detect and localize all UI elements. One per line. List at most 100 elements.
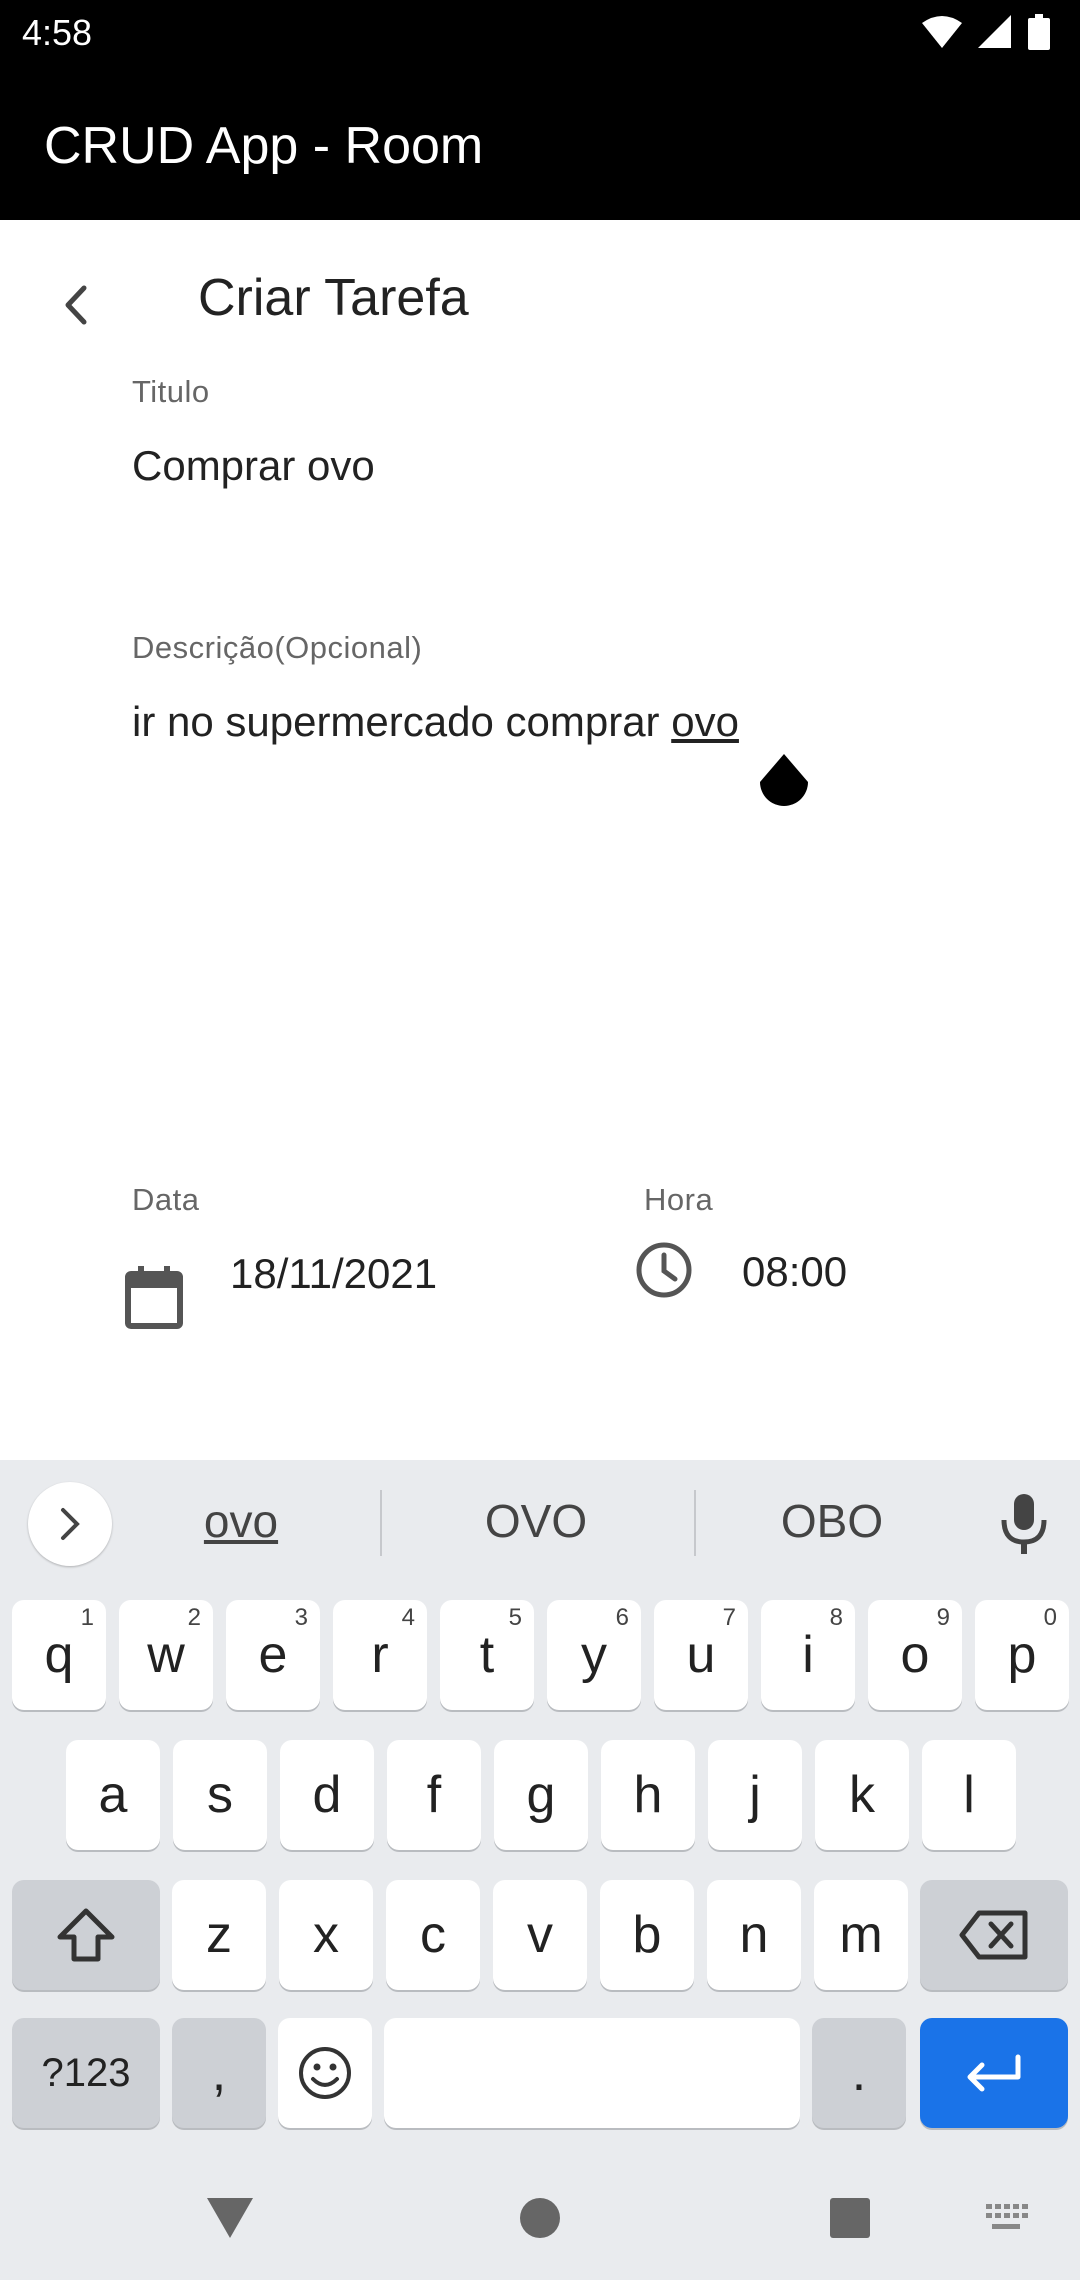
- back-button[interactable]: [40, 270, 110, 340]
- status-time: 4:58: [22, 12, 93, 53]
- triangle-down-icon: [207, 2198, 253, 2238]
- square-icon: [830, 2198, 870, 2238]
- key-label: o: [900, 1626, 930, 1684]
- key-y[interactable]: y6: [547, 1600, 641, 1710]
- suggestion-divider: [694, 1490, 696, 1556]
- keyboard-switch-button[interactable]: [976, 2188, 1036, 2248]
- key-hint: 1: [80, 1604, 94, 1631]
- key-hint: 5: [508, 1604, 522, 1631]
- key-label: w: [147, 1626, 185, 1684]
- key-hint: 7: [722, 1604, 736, 1631]
- time-label: Hora: [644, 1182, 714, 1217]
- time-value[interactable]: 08:00: [742, 1248, 847, 1296]
- circle-icon: [520, 2198, 560, 2238]
- suggestion-strip: ovo OVO OBO: [0, 1460, 1080, 1584]
- key-label: q: [44, 1626, 74, 1684]
- space-key[interactable]: [384, 2018, 800, 2128]
- key-s[interactable]: s: [173, 1740, 267, 1850]
- signal-icon: [978, 15, 1011, 48]
- key-hint: 9: [936, 1604, 950, 1631]
- clock-icon[interactable]: [634, 1240, 694, 1300]
- period-key[interactable]: .: [812, 2018, 906, 2128]
- nav-recents-button[interactable]: [820, 2188, 880, 2248]
- title-input[interactable]: Comprar ovo: [132, 442, 375, 490]
- description-composing-word: ovo: [671, 698, 739, 745]
- key-e[interactable]: e3: [226, 1600, 320, 1710]
- key-hint: 0: [1043, 1604, 1057, 1631]
- key-k[interactable]: k: [815, 1740, 909, 1850]
- title-label: Titulo: [132, 374, 210, 409]
- key-n[interactable]: n: [707, 1880, 801, 1990]
- keyboard-toolbar-expand-button[interactable]: [28, 1482, 112, 1566]
- battery-icon: [1028, 14, 1050, 50]
- backspace-key[interactable]: [920, 1880, 1068, 1990]
- key-x[interactable]: x: [279, 1880, 373, 1990]
- key-hint: 3: [294, 1604, 308, 1631]
- microphone-icon[interactable]: [996, 1492, 1052, 1556]
- suggestion-2[interactable]: OVO: [406, 1494, 666, 1548]
- key-hint: 4: [401, 1604, 415, 1631]
- key-d[interactable]: d: [280, 1740, 374, 1850]
- description-input[interactable]: ir no supermercado comprar ovo: [132, 698, 739, 746]
- nav-home-button[interactable]: [510, 2188, 570, 2248]
- emoji-icon: [299, 2047, 351, 2099]
- status-bar: 4:58: [0, 0, 1080, 66]
- key-label: t: [479, 1626, 495, 1684]
- key-o[interactable]: o9: [868, 1600, 962, 1710]
- description-text: ir no supermercado comprar: [132, 698, 672, 745]
- key-label: y: [581, 1626, 607, 1684]
- key-l[interactable]: l: [922, 1740, 1016, 1850]
- key-v[interactable]: v: [493, 1880, 587, 1990]
- key-a[interactable]: a: [66, 1740, 160, 1850]
- chevron-right-icon: [61, 1508, 80, 1540]
- key-r[interactable]: r4: [333, 1600, 427, 1710]
- key-q[interactable]: q1: [12, 1600, 106, 1710]
- key-label: i: [802, 1626, 814, 1684]
- key-hint: 2: [187, 1604, 201, 1631]
- wifi-icon: [922, 16, 962, 48]
- key-g[interactable]: g: [494, 1740, 588, 1850]
- keyboard-icon: [986, 2204, 1028, 2229]
- description-label: Descrição(Opcional): [132, 630, 423, 665]
- key-label: r: [371, 1626, 389, 1684]
- key-w[interactable]: w2: [119, 1600, 213, 1710]
- app-title: CRUD App - Room: [44, 117, 484, 175]
- date-label: Data: [132, 1182, 200, 1217]
- text-cursor-handle[interactable]: [756, 752, 812, 816]
- app-bar: CRUD App - Room: [0, 66, 1080, 220]
- key-t[interactable]: t5: [440, 1600, 534, 1710]
- nav-back-button[interactable]: [200, 2188, 260, 2248]
- status-icons: [922, 14, 1050, 50]
- page-header: Criar Tarefa: [0, 240, 1080, 360]
- key-label: e: [258, 1626, 288, 1684]
- emoji-key[interactable]: [278, 2018, 372, 2128]
- key-h[interactable]: h: [601, 1740, 695, 1850]
- key-j[interactable]: j: [708, 1740, 802, 1850]
- calendar-icon[interactable]: [124, 1264, 184, 1330]
- date-value[interactable]: 18/11/2021: [230, 1248, 470, 1300]
- key-c[interactable]: c: [386, 1880, 480, 1990]
- enter-icon: [967, 2054, 1021, 2092]
- key-u[interactable]: u7: [654, 1600, 748, 1710]
- page-title: Criar Tarefa: [198, 269, 469, 327]
- backspace-icon: [959, 1910, 1028, 1960]
- enter-key[interactable]: [920, 2018, 1068, 2128]
- suggestion-1[interactable]: ovo: [111, 1494, 371, 1548]
- key-label: p: [1007, 1626, 1037, 1684]
- suggestion-3[interactable]: OBO: [702, 1494, 962, 1548]
- symbols-key[interactable]: ?123: [12, 2018, 160, 2128]
- key-hint: 6: [615, 1604, 629, 1631]
- comma-key[interactable]: ,: [172, 2018, 266, 2128]
- shift-icon: [57, 1908, 115, 1962]
- chevron-left-icon: [65, 285, 87, 325]
- key-hint: 8: [829, 1604, 843, 1631]
- navigation-bar: [0, 2148, 1080, 2280]
- suggestion-divider: [380, 1490, 382, 1556]
- key-b[interactable]: b: [600, 1880, 694, 1990]
- key-p[interactable]: p0: [975, 1600, 1069, 1710]
- key-f[interactable]: f: [387, 1740, 481, 1850]
- key-m[interactable]: m: [814, 1880, 908, 1990]
- shift-key[interactable]: [12, 1880, 160, 1990]
- key-z[interactable]: z: [172, 1880, 266, 1990]
- key-i[interactable]: i8: [761, 1600, 855, 1710]
